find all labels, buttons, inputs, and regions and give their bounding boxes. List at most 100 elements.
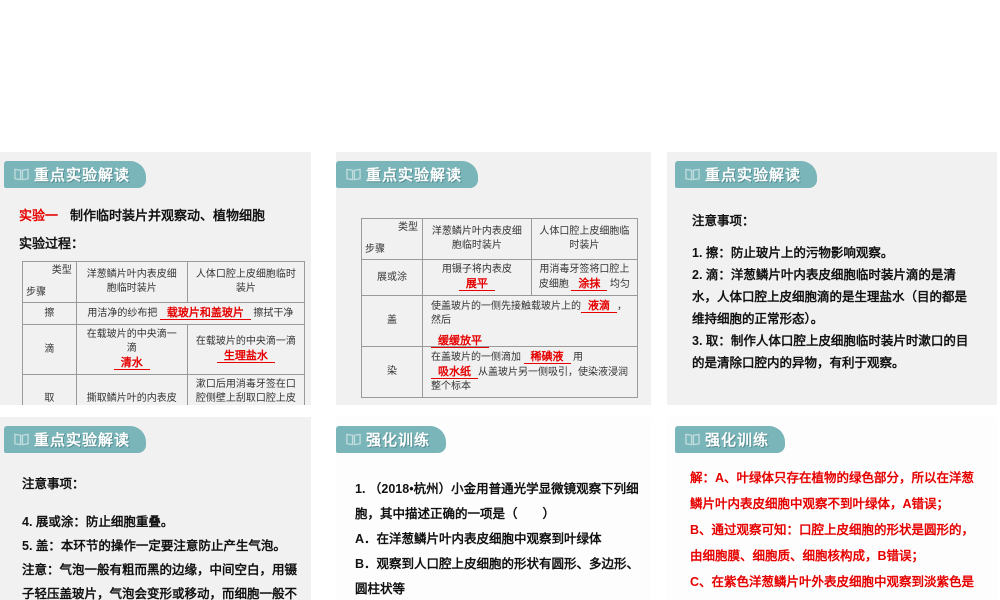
answer-blank: 涂抹 (571, 278, 608, 291)
note-item: 5. 盖：本环节的操作一定要注意防止产生气泡。 (22, 539, 286, 553)
answer-blank: 缓缓放平 (431, 335, 490, 348)
answer-blank: 液滴 (581, 300, 618, 313)
step-cell: 用消毒牙签将口腔上皮细胞 涂抹 均匀 (530, 259, 639, 296)
section-badge: 重点实验解读 (4, 161, 147, 188)
note-item: 4. 展或涂：防止细胞重叠。 (22, 515, 174, 529)
notes-heading: 注意事项： (692, 214, 755, 228)
column-header-human: 人体口腔上皮细胞临时装片 (186, 261, 306, 303)
section-badge-label: 重点实验解读 (34, 167, 131, 184)
step-cell: 撕取鳞片叶的内表皮 (75, 374, 188, 405)
open-book-icon (14, 433, 29, 446)
section-badge-label: 重点实验解读 (366, 167, 463, 184)
slide-5-question[interactable]: 强化训练 1. （2018•杭州）小金用普通光学显微镜观察下列细胞，其中描述正确… (336, 417, 651, 600)
step-cell: 用洁净的纱布把 载玻片和盖玻片 擦拭干净 (75, 302, 306, 325)
question-stem: 1. （2018•杭州）小金用普通光学显微镜观察下列细胞，其中描述正确的一项是（… (355, 482, 639, 521)
section-badge: 重点实验解读 (675, 161, 818, 188)
step-label: 取 (22, 374, 77, 405)
option-b: B．观察到人口腔上皮细胞的形状有圆形、多边形、圆柱状等 (355, 557, 640, 596)
notes-heading: 注意事项： (22, 477, 85, 491)
slide-2-experiment-steps[interactable]: 重点实验解读 类型 步骤 洋葱鳞片叶内表皮细胞临时装片 人体口腔上皮细胞临时装片… (336, 152, 651, 405)
cell-text: 擦拭干净 (253, 308, 294, 319)
section-badge-label: 重点实验解读 (705, 167, 802, 184)
table-row: 展或涂 用镊子将内表皮展平 用消毒牙签将口腔上皮细胞 涂抹 均匀 (360, 259, 639, 296)
answer-body: 解：A、叶绿体只存在植物的绿色部分，所以在洋葱鳞片叶内表皮细胞中观察不到叶绿体，… (690, 465, 977, 600)
step-cell: 用镊子将内表皮展平 (422, 259, 532, 296)
process-label: 实验过程： (19, 236, 85, 251)
corner-cell: 类型 步骤 (360, 218, 424, 260)
step-cell: 在载玻片的中央滴一滴 生理盐水 (186, 324, 306, 375)
section-badge: 重点实验解读 (4, 426, 147, 453)
cell-text: 在载玻片的中央滴一滴 (86, 329, 177, 354)
slide-grid: 重点实验解读 实验一 制作临时装片并观察动、植物细胞 实验过程： 类型 步骤 洋葱… (0, 0, 1000, 600)
answer-blank: 生理盐水 (216, 350, 275, 363)
section-badge: 重点实验解读 (336, 161, 479, 188)
slide-3-notes[interactable]: 重点实验解读 注意事项： 1. 擦：防止玻片上的污物影响观察。 2. 滴：洋葱鳞… (667, 152, 997, 405)
answer-line-c: C、在紫色洋葱鳞片叶外表皮细胞中观察到淡紫色是液泡，C错误； (690, 575, 975, 589)
cell-text: 均匀 (609, 279, 630, 290)
cell-text: 用 (573, 352, 584, 363)
cell-text: 使盖玻片的一侧先接触载玻片上的 (431, 301, 582, 312)
section-badge-label: 强化训练 (705, 432, 770, 449)
notes-body: 注意事项： 4. 展或涂：防止细胞重叠。 5. 盖：本环节的操作一定要注意防止产… (22, 472, 302, 600)
answer-line-b: B、通过观察可知：口腔上皮细胞的形状是圆形的，由细胞膜、细胞质、细胞核构成，B错… (690, 523, 975, 563)
open-book-icon (685, 433, 700, 446)
option-a: A．在洋葱鳞片叶内表皮细胞中观察到叶绿体 (355, 532, 602, 546)
slide-6-answer[interactable]: 强化训练 解：A、叶绿体只存在植物的绿色部分，所以在洋葱鳞片叶内表皮细胞中观察不… (667, 417, 997, 600)
slide-1-experiment-steps[interactable]: 重点实验解读 实验一 制作临时装片并观察动、植物细胞 实验过程： 类型 步骤 洋葱… (0, 152, 311, 405)
step-label: 滴 (22, 324, 77, 375)
open-book-icon (14, 168, 29, 181)
step-label: 盖 (360, 295, 424, 347)
table-row: 取 撕取鳞片叶的内表皮 漱口后用消毒牙签在口腔侧壁上刮取口腔上皮细胞 (22, 374, 306, 405)
corner-type-label: 类型 (398, 222, 419, 233)
answer-blank: 展平 (458, 278, 495, 291)
step-label: 展或涂 (360, 259, 424, 296)
step-cell: 在载玻片的中央滴一滴 清水 (75, 324, 188, 375)
experiment-table-1: 类型 步骤 洋葱鳞片叶内表皮细胞临时装片 人体口腔上皮细胞临时装片 擦 用洁净的… (22, 261, 306, 405)
cell-text: 在载玻片的中央滴一滴 (195, 336, 296, 347)
step-label: 染 (360, 346, 424, 398)
section-badge: 强化训练 (336, 426, 447, 453)
note-item: 1. 擦：防止玻片上的污物影响观察。 (692, 246, 894, 260)
experiment-heading: 实验一 制作临时装片并观察动、植物细胞 (19, 205, 311, 224)
section-badge: 强化训练 (675, 426, 786, 453)
table-row: 擦 用洁净的纱布把 载玻片和盖玻片 擦拭干净 (22, 302, 306, 325)
corner-type-label: 类型 (51, 265, 72, 276)
note-item: 2. 滴：洋葱鳞片叶内表皮细胞临时装片滴的是清水，人体口腔上皮细胞滴的是生理盐水… (692, 268, 968, 326)
corner-cell: 类型 步骤 (22, 261, 77, 303)
open-book-icon (346, 433, 361, 446)
note-item: 注意：气泡一般有粗而黑的边缘，中间空白，用镊子轻压盖玻片，气泡会变形或移动，而细… (22, 563, 298, 600)
section-badge-label: 重点实验解读 (34, 432, 131, 449)
step-cell: 漱口后用消毒牙签在口腔侧壁上刮取口腔上皮细胞 (186, 374, 306, 405)
section-badge-label: 强化训练 (366, 432, 431, 449)
table-row: 滴 在载玻片的中央滴一滴 清水 在载玻片的中央滴一滴 生理盐水 (22, 324, 306, 375)
experiment-title: 制作临时装片并观察动、植物细胞 (70, 208, 266, 223)
corner-step-label: 步骤 (26, 287, 46, 298)
column-header-onion: 洋葱鳞片叶内表皮细胞临时装片 (75, 261, 188, 303)
step-cell: 使盖玻片的一侧先接触载玻片上的 液滴 ，然后 缓缓放平 (422, 295, 638, 348)
table-row: 盖 使盖玻片的一侧先接触载玻片上的 液滴 ，然后 缓缓放平 (360, 295, 638, 348)
answer-blank: 稀碘液 (523, 351, 571, 364)
cell-text: 用镊子将内表皮 (441, 264, 512, 275)
step-cell: 在盖玻片的一侧滴加 稀碘液 用 吸水纸 从盖玻片另一侧吸引，使染液浸润整个标本 (422, 346, 638, 398)
slide-4-notes[interactable]: 重点实验解读 注意事项： 4. 展或涂：防止细胞重叠。 5. 盖：本环节的操作一… (0, 417, 311, 600)
table-row: 类型 步骤 洋葱鳞片叶内表皮细胞临时装片 人体口腔上皮细胞临时装片 (360, 218, 639, 260)
corner-step-label: 步骤 (365, 244, 385, 255)
column-header-onion: 洋葱鳞片叶内表皮细胞临时装片 (422, 218, 532, 260)
experiment-table-2: 类型 步骤 洋葱鳞片叶内表皮细胞临时装片 人体口腔上皮细胞临时装片 展或涂 用镊… (360, 218, 639, 398)
answer-blank: 吸水纸 (431, 366, 479, 379)
column-header-human: 人体口腔上皮细胞临时装片 (530, 218, 639, 260)
answer-blank: 清水 (113, 357, 150, 370)
note-item: 3. 取：制作人体口腔上皮细胞临时装片时漱口的目的是清除口腔内的异物，有利于观察… (692, 334, 969, 370)
answer-blank: 载玻片和盖玻片 (159, 307, 251, 320)
step-label: 擦 (22, 302, 77, 325)
cell-text: 在盖玻片的一侧滴加 (431, 352, 522, 363)
table-row: 染 在盖玻片的一侧滴加 稀碘液 用 吸水纸 从盖玻片另一侧吸引，使染液浸润整个标本 (360, 346, 638, 398)
cell-text: 用洁净的纱布把 (87, 308, 158, 319)
notes-body: 注意事项： 1. 擦：防止玻片上的污物影响观察。 2. 滴：洋葱鳞片叶内表皮细胞… (692, 210, 977, 374)
answer-line-a: 解：A、叶绿体只存在植物的绿色部分，所以在洋葱鳞片叶内表皮细胞中观察不到叶绿体，… (690, 471, 975, 511)
open-book-icon (685, 168, 700, 181)
table-row: 类型 步骤 洋葱鳞片叶内表皮细胞临时装片 人体口腔上皮细胞临时装片 (22, 261, 306, 303)
open-book-icon (346, 168, 361, 181)
experiment-number: 实验一 (19, 208, 59, 223)
question-body: 1. （2018•杭州）小金用普通光学显微镜观察下列细胞，其中描述正确的一项是（… (355, 477, 640, 600)
